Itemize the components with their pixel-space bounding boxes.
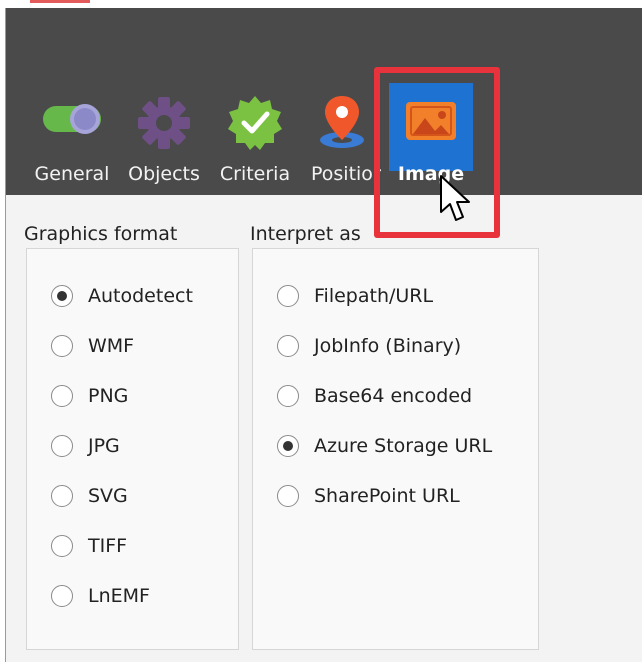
- verified-badge-icon: [228, 96, 282, 150]
- tab-toolbar: General Objects Criteria Position Image: [6, 8, 642, 195]
- radio-lnemf[interactable]: LnEMF: [51, 581, 150, 611]
- radio-tiff[interactable]: TIFF: [51, 531, 127, 561]
- top-edge: [0, 0, 642, 8]
- mouse-cursor-icon: [440, 175, 470, 221]
- radio-label: LnEMF: [88, 585, 150, 607]
- radio-button[interactable]: [277, 485, 299, 507]
- tab-label: Criteria: [219, 163, 291, 185]
- radio-sharepoint-url[interactable]: SharePoint URL: [277, 481, 460, 511]
- interpret-as-group: Filepath/URL JobInfo (Binary) Base64 enc…: [252, 248, 539, 650]
- radio-button[interactable]: [277, 385, 299, 407]
- radio-button[interactable]: [51, 585, 73, 607]
- radio-filepath-url[interactable]: Filepath/URL: [277, 281, 433, 311]
- radio-label: Base64 encoded: [314, 385, 473, 407]
- radio-label: SVG: [88, 485, 128, 507]
- radio-button[interactable]: [51, 535, 73, 557]
- tab-label: Position: [311, 163, 381, 185]
- radio-azure-storage-url[interactable]: Azure Storage URL: [277, 431, 492, 461]
- radio-label: JPG: [88, 435, 120, 457]
- radio-autodetect[interactable]: Autodetect: [51, 281, 193, 311]
- radio-jobinfo-binary[interactable]: JobInfo (Binary): [277, 331, 461, 361]
- dialog: General Objects Criteria Position Image …: [5, 8, 642, 662]
- radio-button[interactable]: [277, 285, 299, 307]
- graphics-format-title: Graphics format: [24, 223, 178, 245]
- radio-button[interactable]: [51, 335, 73, 357]
- location-pin-icon: [319, 96, 364, 148]
- tab-general[interactable]: General: [28, 8, 116, 195]
- tab-objects[interactable]: Objects: [120, 8, 208, 195]
- radio-label: Autodetect: [88, 285, 193, 307]
- radio-button[interactable]: [51, 385, 73, 407]
- radio-button[interactable]: [51, 435, 73, 457]
- radio-label: TIFF: [88, 535, 128, 557]
- radio-label: Azure Storage URL: [314, 435, 493, 457]
- radio-jpg[interactable]: JPG: [51, 431, 120, 461]
- radio-button[interactable]: [277, 335, 299, 357]
- radio-png[interactable]: PNG: [51, 381, 128, 411]
- radio-label: Filepath/URL: [314, 285, 434, 307]
- radio-wmf[interactable]: WMF: [51, 331, 134, 361]
- tab-label: Objects: [128, 163, 200, 185]
- highlight-box: [374, 67, 500, 238]
- toggle-icon: [43, 104, 101, 134]
- gear-icon: [138, 97, 190, 149]
- tab-label: General: [34, 163, 110, 185]
- radio-base64-encoded[interactable]: Base64 encoded: [277, 381, 472, 411]
- radio-button[interactable]: [51, 285, 73, 307]
- tab-position[interactable]: Position: [299, 8, 381, 195]
- radio-label: PNG: [88, 385, 129, 407]
- radio-button[interactable]: [51, 485, 73, 507]
- tab-criteria[interactable]: Criteria: [211, 8, 299, 195]
- radio-label: SharePoint URL: [314, 485, 460, 507]
- graphics-format-group: Autodetect WMF PNG JPG SVG TIFF LnEMF: [26, 248, 239, 650]
- radio-label: WMF: [88, 335, 135, 357]
- radio-label: JobInfo (Binary): [314, 335, 462, 357]
- radio-button[interactable]: [277, 435, 299, 457]
- interpret-as-title: Interpret as: [250, 223, 361, 245]
- radio-svg[interactable]: SVG: [51, 481, 128, 511]
- window-edge-mark: [30, 0, 90, 3]
